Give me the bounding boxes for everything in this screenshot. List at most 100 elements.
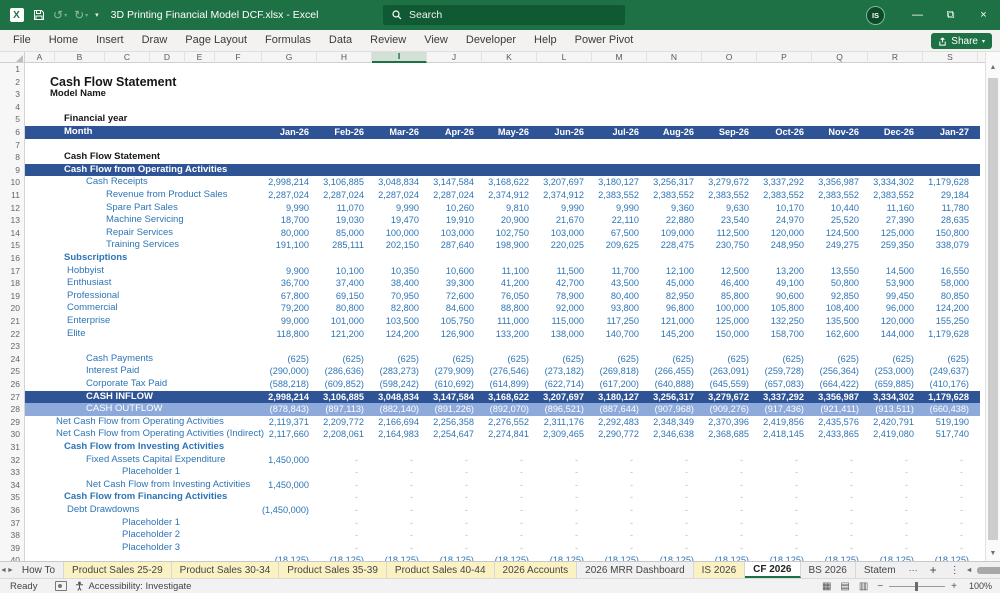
cell-r13-c13[interactable]: 28,635 bbox=[922, 214, 977, 227]
cell-r10-c5[interactable]: 3,168,622 bbox=[482, 176, 537, 189]
cell-r22-c10[interactable]: 158,700 bbox=[757, 328, 812, 341]
cell-r13-c4[interactable]: 19,910 bbox=[427, 214, 482, 227]
cell-r6-c4[interactable]: Apr-26 bbox=[427, 126, 482, 139]
cell-r26-c9[interactable]: (645,559) bbox=[702, 378, 757, 391]
cell-r29-c5[interactable]: 2,276,552 bbox=[482, 416, 537, 429]
cell-r12-c3[interactable]: 9,990 bbox=[372, 202, 427, 215]
cell-r13-c3[interactable]: 19,470 bbox=[372, 214, 427, 227]
cell-r28-c7[interactable]: (887,644) bbox=[592, 403, 647, 416]
row-number-23[interactable]: 23 bbox=[1, 340, 20, 353]
cell-r6-c3[interactable]: Mar-26 bbox=[372, 126, 427, 139]
cell-r22-c2[interactable]: 121,200 bbox=[317, 328, 372, 341]
cell-r36-c10[interactable]: - bbox=[757, 504, 812, 517]
cell-r37-c11[interactable]: - bbox=[812, 517, 867, 530]
cell-r20-c3[interactable]: 82,800 bbox=[372, 302, 427, 315]
cell-r14-c11[interactable]: 124,500 bbox=[812, 227, 867, 240]
cell-r20-c7[interactable]: 93,800 bbox=[592, 302, 647, 315]
cell-r20-c13[interactable]: 124,200 bbox=[922, 302, 977, 315]
hscroll-left-icon[interactable]: ◄ bbox=[966, 567, 973, 574]
cell-r30-c8[interactable]: 2,346,638 bbox=[647, 428, 702, 441]
cell-r11-c6[interactable]: 2,374,912 bbox=[537, 189, 592, 202]
cell-r17-c4[interactable]: 10,600 bbox=[427, 265, 482, 278]
cell-r33-c9[interactable]: - bbox=[702, 466, 757, 479]
cell-r33-c8[interactable]: - bbox=[647, 466, 702, 479]
redo-icon[interactable]: ↻ ▾ bbox=[74, 8, 88, 22]
cell-r12-c7[interactable]: 9,990 bbox=[592, 202, 647, 215]
row-number-35[interactable]: 35 bbox=[1, 491, 20, 504]
cell-r15-c1[interactable]: 191,100 bbox=[262, 239, 317, 252]
macro-record-icon[interactable] bbox=[55, 581, 68, 591]
cell-r17-c13[interactable]: 16,550 bbox=[922, 265, 977, 278]
cell-r29-c10[interactable]: 2,419,856 bbox=[757, 416, 812, 429]
cell-r35-c12[interactable]: - bbox=[867, 491, 922, 504]
page-layout-view-icon[interactable]: ▤ bbox=[840, 581, 849, 592]
cell-r12-c6[interactable]: 9,990 bbox=[537, 202, 592, 215]
row-number-27[interactable]: 27 bbox=[1, 391, 20, 404]
cell-r26-c11[interactable]: (664,422) bbox=[812, 378, 867, 391]
cell-r10-c10[interactable]: 3,337,292 bbox=[757, 176, 812, 189]
cell-r13-c9[interactable]: 23,540 bbox=[702, 214, 757, 227]
row-number-30[interactable]: 30 bbox=[1, 428, 20, 441]
cell-r28-c9[interactable]: (909,276) bbox=[702, 403, 757, 416]
cell-r24-c10[interactable]: (625) bbox=[757, 353, 812, 366]
cell-r29-c3[interactable]: 2,166,694 bbox=[372, 416, 427, 429]
cell-r30-c4[interactable]: 2,254,647 bbox=[427, 428, 482, 441]
cell-r39-c3[interactable]: - bbox=[372, 542, 427, 555]
cell-r14-c2[interactable]: 85,000 bbox=[317, 227, 372, 240]
row-label-12[interactable]: Spare Part Sales bbox=[106, 202, 178, 215]
row-label-28[interactable]: CASH OUTFLOW bbox=[86, 403, 163, 416]
row-number-33[interactable]: 33 bbox=[1, 466, 20, 479]
customize-qat-icon[interactable]: ▾ bbox=[95, 11, 99, 19]
cell-r14-c6[interactable]: 103,000 bbox=[537, 227, 592, 240]
cell-r35-c11[interactable]: - bbox=[812, 491, 867, 504]
cell-r21-c10[interactable]: 132,250 bbox=[757, 315, 812, 328]
cell-r27-c6[interactable]: 3,207,697 bbox=[537, 391, 592, 404]
column-header-P[interactable]: P bbox=[757, 52, 812, 63]
row-label-13[interactable]: Machine Servicing bbox=[106, 214, 184, 227]
cell-r28-c1[interactable]: (878,843) bbox=[262, 403, 317, 416]
cell-r13-c8[interactable]: 22,880 bbox=[647, 214, 702, 227]
cell-r12-c10[interactable]: 10,170 bbox=[757, 202, 812, 215]
cell-r40-c11[interactable]: (18,125) bbox=[812, 554, 867, 561]
cell-r18-c12[interactable]: 53,900 bbox=[867, 277, 922, 290]
cell-r11-c2[interactable]: 2,287,024 bbox=[317, 189, 372, 202]
row-number-38[interactable]: 38 bbox=[1, 529, 20, 542]
cell-r13-c11[interactable]: 25,520 bbox=[812, 214, 867, 227]
cell-r6-c7[interactable]: Jul-26 bbox=[592, 126, 647, 139]
cell-r20-c5[interactable]: 88,800 bbox=[482, 302, 537, 315]
cell-r17-c6[interactable]: 11,500 bbox=[537, 265, 592, 278]
cell-r21-c12[interactable]: 120,000 bbox=[867, 315, 922, 328]
cell-r27-c13[interactable]: 1,179,628 bbox=[922, 391, 977, 404]
cell-r29-c1[interactable]: 2,119,371 bbox=[262, 416, 317, 429]
cell-r14-c1[interactable]: 80,000 bbox=[262, 227, 317, 240]
row-label-39[interactable]: Placeholder 3 bbox=[122, 542, 180, 555]
row-label-6[interactable]: Month bbox=[64, 126, 93, 139]
cell-r22-c9[interactable]: 150,000 bbox=[702, 328, 757, 341]
cell-r35-c2[interactable]: - bbox=[317, 491, 372, 504]
cell-r34-c12[interactable]: - bbox=[867, 479, 922, 492]
cell-r35-c4[interactable]: - bbox=[427, 491, 482, 504]
cell-r27-c12[interactable]: 3,334,302 bbox=[867, 391, 922, 404]
cell-r26-c13[interactable]: (410,176) bbox=[922, 378, 977, 391]
cell-r35-c7[interactable]: - bbox=[592, 491, 647, 504]
cell-r14-c12[interactable]: 125,000 bbox=[867, 227, 922, 240]
cell-r10-c6[interactable]: 3,207,697 bbox=[537, 176, 592, 189]
cell-r6-c10[interactable]: Oct-26 bbox=[757, 126, 812, 139]
cell-r37-c2[interactable]: - bbox=[317, 517, 372, 530]
cell-r21-c3[interactable]: 103,500 bbox=[372, 315, 427, 328]
cell-r22-c12[interactable]: 144,000 bbox=[867, 328, 922, 341]
cell-r26-c4[interactable]: (610,692) bbox=[427, 378, 482, 391]
cell-r15-c9[interactable]: 230,750 bbox=[702, 239, 757, 252]
cell-r27-c8[interactable]: 3,256,317 bbox=[647, 391, 702, 404]
row-number-9[interactable]: 9 bbox=[1, 164, 20, 177]
row-label-3[interactable]: Model Name bbox=[50, 88, 106, 101]
cell-r32-c10[interactable]: - bbox=[757, 454, 812, 467]
column-header-L[interactable]: L bbox=[537, 52, 592, 63]
cell-r14-c13[interactable]: 150,800 bbox=[922, 227, 977, 240]
cell-r30-c1[interactable]: 2,117,660 bbox=[262, 428, 317, 441]
cell-r25-c9[interactable]: (263,091) bbox=[702, 365, 757, 378]
menu-page-layout[interactable]: Page Layout bbox=[176, 30, 256, 51]
cell-r32-c8[interactable]: - bbox=[647, 454, 702, 467]
cell-r25-c13[interactable]: (249,637) bbox=[922, 365, 977, 378]
cell-r21-c8[interactable]: 121,000 bbox=[647, 315, 702, 328]
